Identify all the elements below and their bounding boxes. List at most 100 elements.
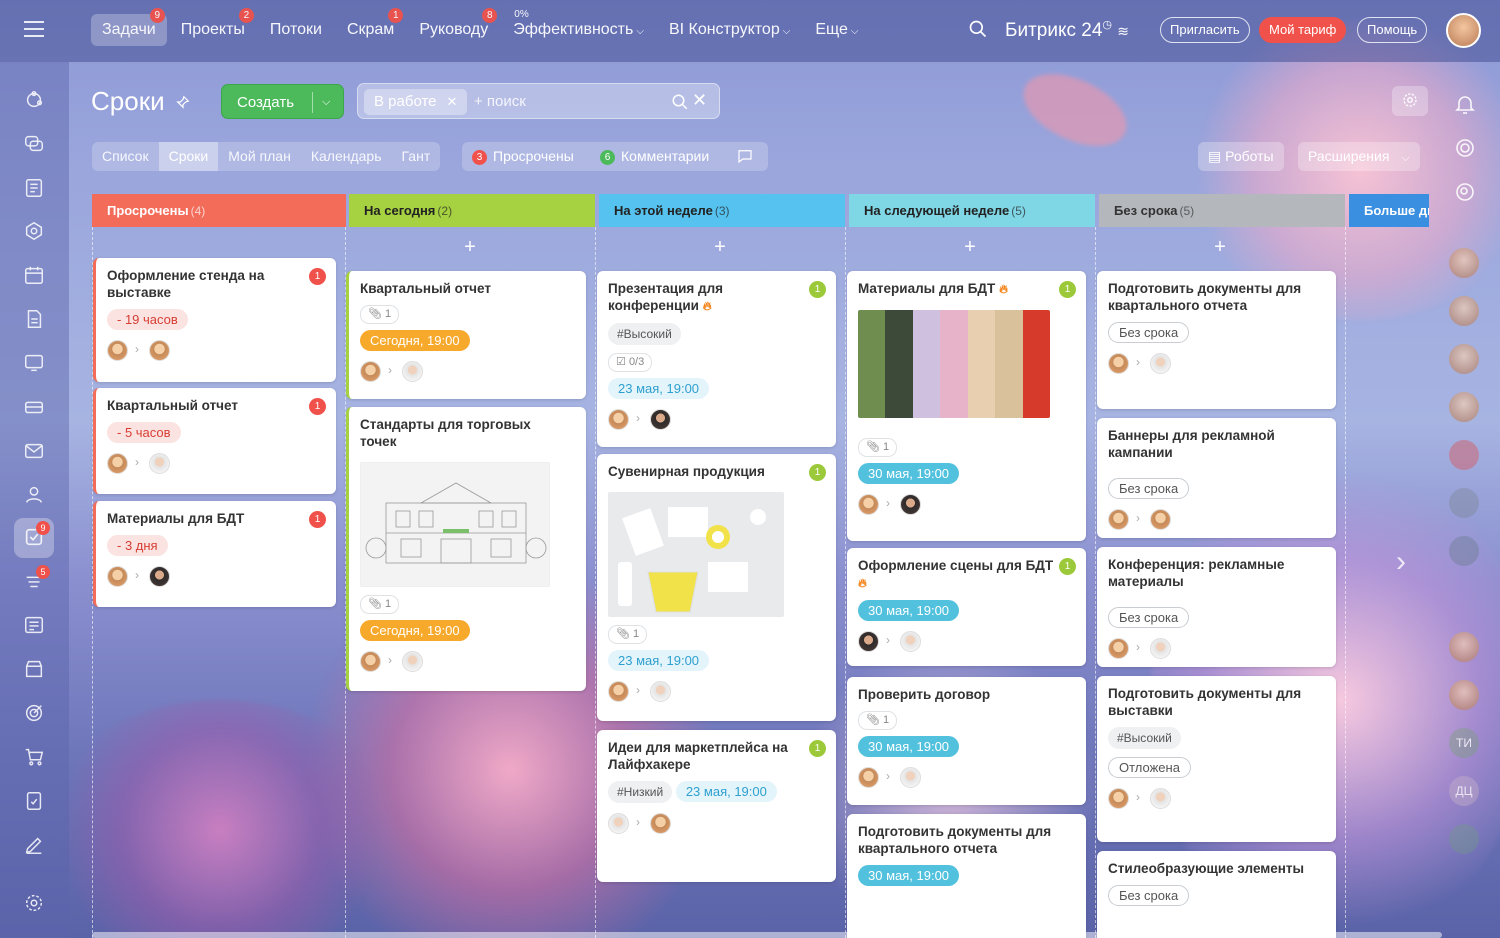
contact-avatar[interactable] (1449, 440, 1479, 470)
inventory-icon[interactable] (23, 396, 47, 420)
create-button[interactable]: Создать ⌵ (221, 84, 344, 119)
filter-tag[interactable]: В работе ✕ (364, 89, 468, 115)
help-button[interactable]: Помощь (1357, 17, 1428, 43)
creator-avatar[interactable] (608, 409, 629, 430)
chat-icon[interactable] (23, 133, 47, 157)
creator-avatar[interactable] (858, 631, 879, 652)
extensions-button[interactable]: Расширения ⌵ (1298, 142, 1420, 171)
settings-gear-icon[interactable] (23, 892, 47, 916)
user-avatar[interactable] (1446, 13, 1481, 48)
contact-avatar[interactable] (1449, 824, 1479, 854)
task-card[interactable]: Баннеры для рекламной кампании Без срока… (1097, 418, 1336, 538)
creator-avatar[interactable] (107, 340, 128, 361)
target-icon[interactable] (23, 702, 47, 726)
deadline-badge[interactable]: Без срока (1108, 322, 1190, 343)
deadline-badge[interactable]: Сегодня, 19:00 (360, 620, 470, 641)
creator-avatar[interactable] (107, 453, 128, 474)
responsible-avatar[interactable] (1150, 353, 1171, 374)
close-icon[interactable]: ✕ (447, 94, 458, 109)
responsible-avatar[interactable] (149, 453, 170, 474)
deadline-badge[interactable]: 23 мая, 19:00 (675, 781, 777, 802)
deadline-badge[interactable]: Отложена (1108, 757, 1191, 778)
merchandise-image[interactable] (608, 492, 784, 617)
contact-avatar[interactable] (1449, 632, 1479, 662)
contact-avatar[interactable] (1449, 392, 1479, 422)
deadline-badge[interactable]: 30 мая, 19:00 (858, 463, 960, 484)
contact-initials[interactable]: ТИ (1449, 728, 1479, 758)
task-card[interactable]: Квартальный отчет 📎︎ 1 Сегодня, 19:00 › (346, 271, 586, 399)
view-gantt[interactable]: Гант (392, 142, 441, 171)
fabric-image[interactable] (858, 310, 1050, 418)
sites-icon[interactable] (23, 352, 47, 376)
nav-bi[interactable]: BI Конструктор ⌵ (658, 14, 801, 46)
view-deadlines[interactable]: Сроки (158, 142, 219, 171)
search-icon[interactable] (671, 93, 689, 111)
overdue-counter[interactable]: 3 Просрочены (472, 142, 574, 171)
deadline-badge[interactable]: Сегодня, 19:00 (360, 330, 470, 351)
responsible-avatar[interactable] (1150, 509, 1171, 530)
mail-icon[interactable] (23, 440, 47, 464)
nav-more[interactable]: Еще ⌵ (804, 14, 869, 46)
creator-avatar[interactable] (1108, 788, 1129, 809)
deadline-badge[interactable]: Без срока (1108, 478, 1190, 499)
responsible-avatar[interactable] (900, 767, 921, 788)
invite-button[interactable]: Пригласить (1160, 17, 1250, 43)
creator-avatar[interactable] (1108, 509, 1129, 530)
deadline-badge[interactable]: - 5 часов (107, 422, 181, 443)
nav-projects[interactable]: Проекты 2 (170, 8, 256, 46)
creator-avatar[interactable] (608, 681, 629, 702)
add-task-button[interactable]: + (955, 236, 985, 259)
add-task-button[interactable]: + (455, 236, 485, 259)
add-task-button[interactable]: + (705, 236, 735, 259)
view-my-plan[interactable]: Мой план (218, 142, 301, 171)
read-all-icon[interactable] (736, 142, 754, 171)
responsible-avatar[interactable] (149, 340, 170, 361)
deadline-badge[interactable]: Без срока (1108, 885, 1190, 906)
filter-search-bar[interactable]: В работе ✕ + поиск ✕ (357, 83, 720, 119)
task-card[interactable]: Презентация для конференции 🔥︎ 1 #Высоки… (597, 271, 836, 447)
creator-avatar[interactable] (1108, 353, 1129, 374)
task-card[interactable]: Сувенирная продукция 1 📎︎ 1 23 мая, 19:0… (597, 454, 836, 721)
contact-avatar[interactable] (1449, 344, 1479, 374)
contracts-icon[interactable] (23, 790, 47, 814)
tag-low[interactable]: #Низкий (608, 781, 673, 803)
add-task-button[interactable]: + (1205, 236, 1235, 259)
feed-icon[interactable] (23, 89, 47, 113)
tag-high[interactable]: #Высокий (608, 323, 681, 345)
creator-avatar[interactable] (858, 767, 879, 788)
crm-icon[interactable] (23, 220, 47, 244)
responsible-avatar[interactable] (149, 566, 170, 587)
task-card[interactable]: Квартальный отчет 1 - 5 часов › (93, 388, 336, 494)
responsible-avatar[interactable] (650, 409, 671, 430)
contact-avatar[interactable] (1449, 296, 1479, 326)
creator-avatar[interactable] (608, 813, 629, 834)
deadline-badge[interactable]: 23 мая, 19:00 (608, 378, 710, 399)
nav-scrum[interactable]: Скрам 1 (336, 8, 405, 46)
store-icon[interactable] (23, 658, 47, 682)
task-card[interactable]: Подготовить документы для выставки #Высо… (1097, 676, 1336, 842)
horizontal-scrollbar[interactable] (92, 932, 1442, 938)
menu-icon[interactable] (24, 21, 44, 37)
creator-avatar[interactable] (1108, 638, 1129, 659)
responsible-avatar[interactable] (650, 681, 671, 702)
contact-avatar[interactable] (1449, 488, 1479, 518)
responsible-avatar[interactable] (1150, 788, 1171, 809)
contact-avatar[interactable] (1449, 680, 1479, 710)
employees-icon[interactable] (23, 484, 47, 508)
reports-icon[interactable] (23, 614, 47, 638)
nav-flows[interactable]: Потоки (259, 14, 333, 46)
task-card[interactable]: Стандарты для торговых точек 📎︎ 1 Сегодн… (346, 407, 586, 691)
contact-initials[interactable]: ДЦ (1449, 776, 1479, 806)
responsible-avatar[interactable] (402, 361, 423, 382)
task-card[interactable]: Стилеобразующие элементы Без срока (1097, 851, 1336, 938)
disk-icon[interactable] (23, 308, 47, 332)
task-card[interactable]: Оформление стенда на выставке 1 - 19 час… (93, 258, 336, 382)
building-sketch-image[interactable] (360, 462, 550, 587)
settings-gear-icon[interactable] (1392, 86, 1428, 116)
task-card[interactable]: Подготовить документы для квартального о… (1097, 271, 1336, 409)
pin-icon[interactable] (176, 95, 190, 109)
creator-avatar[interactable] (107, 566, 128, 587)
task-card[interactable]: Проверить договор 📎︎ 1 30 мая, 19:00 › (847, 677, 1086, 805)
robots-button[interactable]: ▤ Роботы (1198, 142, 1284, 171)
contact-avatar[interactable] (1449, 248, 1479, 278)
